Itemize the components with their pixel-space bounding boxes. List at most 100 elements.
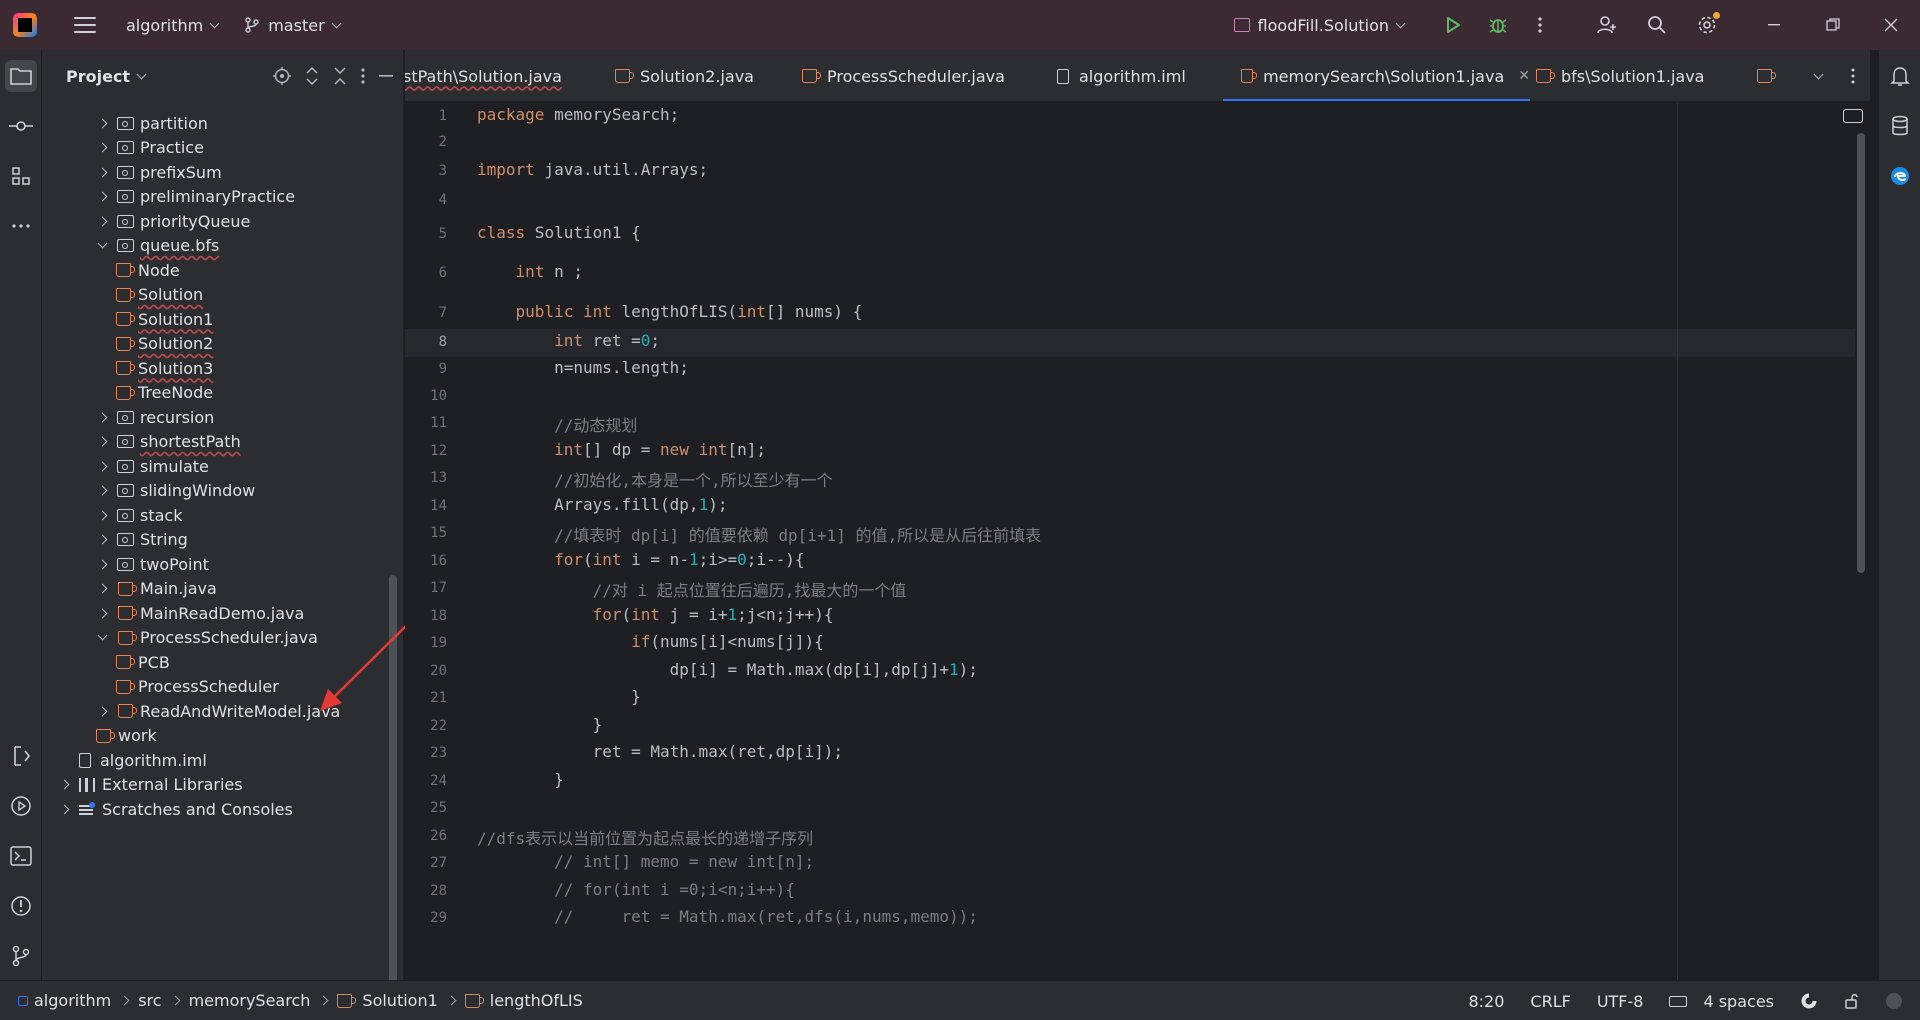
code-token: if bbox=[631, 632, 651, 651]
problems-icon bbox=[11, 896, 31, 916]
structure-tool-button[interactable] bbox=[5, 160, 37, 192]
git-tool-button[interactable] bbox=[5, 940, 37, 972]
run-tool-button[interactable] bbox=[5, 790, 37, 822]
expand-all-icon[interactable] bbox=[305, 67, 319, 85]
inspection-status-icon[interactable] bbox=[1886, 993, 1902, 1009]
search-button[interactable] bbox=[1632, 0, 1682, 50]
branch-selector[interactable]: master bbox=[244, 16, 342, 35]
notifications-button[interactable] bbox=[1884, 60, 1916, 92]
breadcrumb-item[interactable]: src bbox=[138, 991, 161, 1010]
run-button[interactable] bbox=[1428, 0, 1478, 50]
package-folder-icon bbox=[116, 239, 134, 252]
terminal-tool-button[interactable] bbox=[5, 840, 37, 872]
breadcrumb: algorithm src memorySearch Solution1 lengthO… bbox=[18, 991, 583, 1010]
project-tool-button[interactable] bbox=[5, 60, 37, 92]
locate-file-icon[interactable] bbox=[273, 67, 291, 85]
chevron-right-icon[interactable] bbox=[94, 189, 110, 205]
chevron-right-icon[interactable] bbox=[94, 532, 110, 548]
database-button[interactable] bbox=[1884, 110, 1916, 142]
editor-tab[interactable]: algorithm.iml bbox=[1057, 50, 1186, 101]
chevron-right-icon[interactable] bbox=[94, 581, 110, 597]
chevron-right-icon[interactable] bbox=[94, 164, 110, 180]
chevron-right-icon[interactable] bbox=[56, 777, 72, 793]
more-vertical-icon[interactable] bbox=[1851, 68, 1855, 84]
chevron-right-icon[interactable] bbox=[94, 458, 110, 474]
collapse-all-icon[interactable] bbox=[333, 67, 347, 85]
run-config-selector[interactable]: floodFill.Solution bbox=[1233, 15, 1406, 35]
project-selector[interactable]: algorithm bbox=[126, 16, 220, 35]
lock-icon[interactable] bbox=[1844, 993, 1860, 1009]
close-tab-icon[interactable]: ✕ bbox=[1518, 68, 1530, 84]
chevron-right-icon[interactable] bbox=[94, 605, 110, 621]
tree-item[interactable]: Scratches and Consoles bbox=[56, 794, 293, 824]
more-actions-button[interactable] bbox=[1518, 0, 1562, 50]
chevron-right-icon[interactable] bbox=[56, 801, 72, 817]
chevron-right-icon[interactable] bbox=[94, 556, 110, 572]
tree-item-label: PCB bbox=[138, 652, 170, 672]
more-tools-button[interactable] bbox=[5, 210, 37, 242]
line-number: 13 bbox=[430, 470, 447, 486]
project-view-selector[interactable]: Project bbox=[66, 67, 147, 86]
services-tool-button[interactable] bbox=[5, 740, 37, 772]
file-encoding[interactable]: UTF-8 bbox=[1597, 992, 1644, 1011]
main-menu-icon[interactable] bbox=[74, 17, 96, 33]
commit-tool-button[interactable] bbox=[5, 110, 37, 142]
chevron-down-icon[interactable] bbox=[1813, 69, 1824, 79]
restore-button[interactable] bbox=[1804, 0, 1862, 50]
settings-button[interactable] bbox=[1682, 0, 1732, 50]
code-line: //对 i 起点位置往后遍历,找最大的一个值 bbox=[477, 577, 907, 601]
debug-bug-icon bbox=[1489, 19, 1507, 33]
tree-item-icon bbox=[116, 434, 134, 450]
editor-tab[interactable]: stPath\Solution.java bbox=[405, 50, 562, 101]
code-token: java.util.Arrays; bbox=[534, 160, 709, 179]
chevron-right-icon[interactable] bbox=[94, 409, 110, 425]
code-token: memorySearch; bbox=[544, 105, 680, 124]
problems-tool-button[interactable] bbox=[5, 890, 37, 922]
more-vertical-icon bbox=[1538, 17, 1542, 33]
ide-logo-icon[interactable] bbox=[13, 13, 37, 37]
editor-tab[interactable]: ProcessScheduler.java bbox=[802, 50, 1005, 101]
chevron-right-icon[interactable] bbox=[94, 483, 110, 499]
breadcrumb-item[interactable]: algorithm bbox=[18, 991, 111, 1010]
chevron-right-icon[interactable] bbox=[94, 507, 110, 523]
chevron-right-icon[interactable] bbox=[94, 434, 110, 450]
breadcrumb-label: memorySearch bbox=[188, 991, 311, 1010]
power-save-icon[interactable] bbox=[1800, 992, 1818, 1010]
add-user-button[interactable] bbox=[1582, 0, 1632, 50]
close-window-button[interactable] bbox=[1862, 0, 1920, 50]
chevron-right-icon[interactable] bbox=[94, 213, 110, 229]
breadcrumb-item[interactable]: Solution1 bbox=[337, 991, 438, 1010]
breadcrumb-item[interactable]: memorySearch bbox=[189, 991, 311, 1010]
minimize-button[interactable] bbox=[1746, 0, 1804, 50]
panel-options-icon[interactable] bbox=[361, 67, 365, 85]
run-config-name: floodFill.Solution bbox=[1257, 15, 1389, 35]
editor-tab[interactable]: Solution2.java bbox=[615, 50, 754, 101]
breadcrumb-item[interactable]: lengthOfLIS bbox=[464, 991, 583, 1010]
java-class-icon bbox=[115, 312, 135, 326]
chevron-down-icon[interactable] bbox=[94, 630, 110, 646]
reader-mode-icon[interactable] bbox=[1843, 109, 1863, 123]
chevron-right-icon[interactable] bbox=[94, 140, 110, 156]
editor-tab[interactable]: bfs\Solution1.java bbox=[1536, 50, 1704, 101]
hide-panel-icon[interactable] bbox=[379, 75, 393, 77]
debug-button[interactable] bbox=[1478, 0, 1518, 50]
chevron-right-icon[interactable] bbox=[94, 115, 110, 131]
chevron-right-icon[interactable] bbox=[94, 703, 110, 719]
code-editor[interactable]: 1 2 3 4 5 6 7 8 9 10 11 12 13 14 15 16 17 18 19 20 21 22 23 24 2… bbox=[405, 103, 1870, 980]
line-number-gutter[interactable]: 1 2 3 4 5 6 7 8 9 10 11 12 13 14 15 16 17 18 19 20 21 22 23 24 2… bbox=[405, 103, 475, 980]
tree-item-icon bbox=[116, 213, 134, 229]
editor-tab-label: algorithm.iml bbox=[1079, 66, 1186, 86]
readonly-toggle-icon[interactable] bbox=[1669, 995, 1688, 1007]
indent-setting[interactable]: 4 spaces bbox=[1703, 992, 1774, 1011]
tree-item-icon bbox=[114, 336, 135, 352]
edge-browser-button[interactable] bbox=[1884, 160, 1916, 192]
caret-position[interactable]: 8:20 bbox=[1468, 992, 1504, 1011]
editor-tab[interactable]: memorySearch\Solution1.java ✕ bbox=[1223, 50, 1530, 101]
chevron-down-icon[interactable] bbox=[94, 238, 110, 254]
editor-tab-partial[interactable] bbox=[1757, 50, 1782, 101]
tree-item-icon bbox=[114, 654, 135, 670]
line-separator[interactable]: CRLF bbox=[1530, 992, 1570, 1011]
editor-scrollbar[interactable] bbox=[1857, 133, 1865, 573]
